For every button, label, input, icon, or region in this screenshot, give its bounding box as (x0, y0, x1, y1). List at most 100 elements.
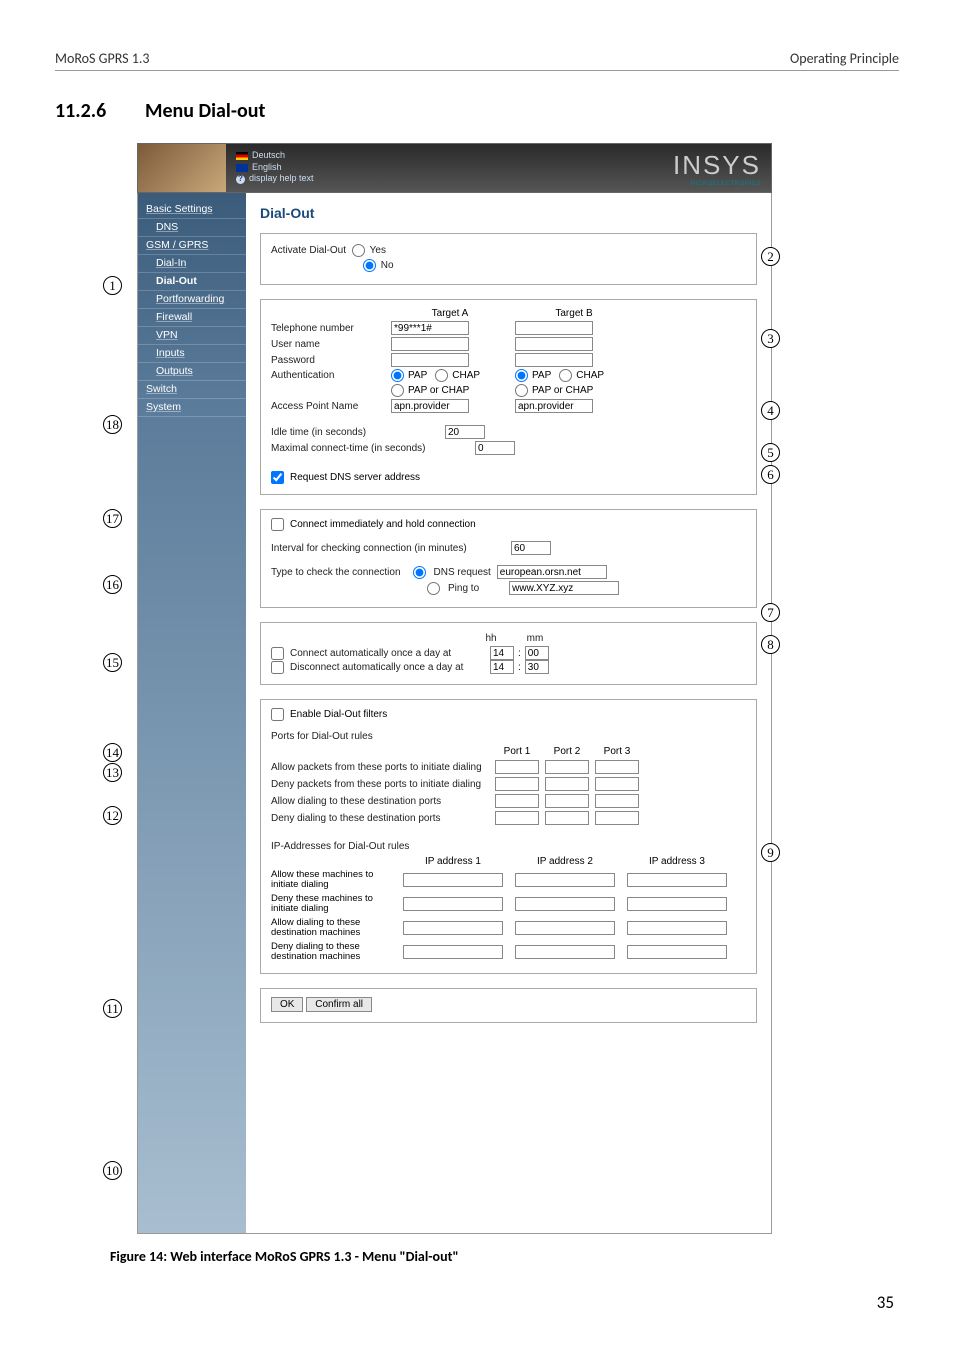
allow-from-p2[interactable] (545, 760, 589, 774)
callout-3: 3 (761, 329, 780, 348)
deny-mach-from-3[interactable] (627, 897, 727, 911)
type-label: Type to check the connection (271, 567, 401, 578)
allow-mach-from-2[interactable] (515, 873, 615, 887)
apn-b-input[interactable] (515, 399, 593, 413)
telephone-b-input[interactable] (515, 321, 593, 335)
ping-input[interactable] (509, 581, 619, 595)
auth-b-row2: PAP or CHAP (515, 384, 633, 397)
idle-input[interactable] (445, 425, 485, 439)
deny-mach-to-1[interactable] (403, 945, 503, 959)
sidebar-item-dns[interactable]: DNS (138, 219, 246, 237)
allow-mach-to-3[interactable] (627, 921, 727, 935)
conn-once-checkbox[interactable] (271, 647, 284, 660)
sidebar-item-outputs[interactable]: Outputs (138, 363, 246, 381)
allow-mach-from-3[interactable] (627, 873, 727, 887)
allow-mach-from-1[interactable] (403, 873, 503, 887)
apn-a-input[interactable] (391, 399, 469, 413)
sidebar-item-portforwarding[interactable]: Portforwarding (138, 291, 246, 309)
auth-b-chap[interactable] (559, 369, 572, 382)
allow-to-p2[interactable] (545, 794, 589, 808)
dns-input[interactable] (497, 565, 607, 579)
deny-from-p3[interactable] (595, 777, 639, 791)
password-a-input[interactable] (391, 353, 469, 367)
username-b-input[interactable] (515, 337, 593, 351)
ok-button[interactable]: OK (271, 997, 303, 1012)
reqdns-checkbox[interactable] (271, 471, 284, 484)
auth-a-row1: PAP CHAP (391, 369, 509, 382)
allow-from-p1[interactable] (495, 760, 539, 774)
deny-mach-from-2[interactable] (515, 897, 615, 911)
sidebar-item-dialout[interactable]: Dial-Out (138, 273, 246, 291)
disc-mm-input[interactable] (525, 660, 549, 674)
interval-input[interactable] (511, 541, 551, 555)
sidebar-item-switch[interactable]: Switch (138, 381, 246, 399)
auth-a-chap[interactable] (435, 369, 448, 382)
help-link[interactable]: ?display help text (236, 173, 663, 185)
conn-hh-input[interactable] (490, 646, 514, 660)
lang-en[interactable]: English (236, 162, 663, 174)
callout-16: 16 (103, 575, 122, 594)
page-number: 35 (877, 1292, 894, 1313)
password-b-input[interactable] (515, 353, 593, 367)
auth-b-paporchap[interactable] (515, 384, 528, 397)
type-ping-radio[interactable] (427, 582, 440, 595)
conn-mm-input[interactable] (525, 646, 549, 660)
allow-to-p3[interactable] (595, 794, 639, 808)
sidebar-item-dialin[interactable]: Dial-In (138, 255, 246, 273)
lang-links: Deutsch English ?display help text (226, 144, 673, 192)
help-icon: ? (236, 175, 245, 184)
disc-once-checkbox[interactable] (271, 661, 284, 674)
logo: INSYS MICROELECTRONICS (673, 150, 761, 187)
callout-17: 17 (103, 509, 122, 528)
allow-mach-to-2[interactable] (515, 921, 615, 935)
interval-label: Interval for checking connection (in min… (271, 543, 505, 554)
allow-from-p3[interactable] (595, 760, 639, 774)
auth-b-row1: PAP CHAP (515, 369, 633, 382)
deny-mach-to-2[interactable] (515, 945, 615, 959)
callout-2: 2 (761, 247, 780, 266)
enable-filters-checkbox[interactable] (271, 708, 284, 721)
maxconn-input[interactable] (475, 441, 515, 455)
allow-to-p1[interactable] (495, 794, 539, 808)
sidebar-item-basic[interactable]: Basic Settings (138, 201, 246, 219)
allow-mach-to-1[interactable] (403, 921, 503, 935)
sidebar-item-vpn[interactable]: VPN (138, 327, 246, 345)
deny-to-p2[interactable] (545, 811, 589, 825)
callout-1: 1 (103, 276, 122, 295)
flag-de-icon (236, 152, 248, 160)
sidebar: Basic Settings DNS GSM / GPRS Dial-In Di… (138, 193, 246, 1233)
disc-hh-input[interactable] (490, 660, 514, 674)
sidebar-item-gsm[interactable]: GSM / GPRS (138, 237, 246, 255)
header-right: Operating Principle (790, 50, 899, 67)
sidebar-item-inputs[interactable]: Inputs (138, 345, 246, 363)
username-a-input[interactable] (391, 337, 469, 351)
connhold-checkbox[interactable] (271, 518, 284, 531)
auth-a-paporchap[interactable] (391, 384, 404, 397)
telephone-label: Telephone number (271, 323, 385, 334)
callout-11: 11 (103, 999, 122, 1018)
section-heading: 11.2.6Menu Dial-out (55, 99, 899, 123)
ports-title: Ports for Dial-Out rules (271, 731, 746, 742)
activate-yes[interactable]: Yes (352, 244, 386, 257)
auth-label: Authentication (271, 370, 385, 381)
brand-photo (138, 144, 226, 192)
confirm-all-button[interactable]: Confirm all (306, 997, 372, 1012)
callout-13: 13 (103, 763, 122, 782)
lang-de[interactable]: Deutsch (236, 150, 663, 162)
auth-b-pap[interactable] (515, 369, 528, 382)
telephone-a-input[interactable] (391, 321, 469, 335)
auth-a-pap[interactable] (391, 369, 404, 382)
deny-mach-to-3[interactable] (627, 945, 727, 959)
callout-7: 7 (761, 603, 780, 622)
sidebar-item-system[interactable]: System (138, 399, 246, 417)
deny-mach-from-1[interactable] (403, 897, 503, 911)
activate-no[interactable]: No (363, 259, 394, 272)
type-dns-radio[interactable] (413, 566, 426, 579)
deny-to-p1[interactable] (495, 811, 539, 825)
sidebar-item-firewall[interactable]: Firewall (138, 309, 246, 327)
deny-from-p2[interactable] (545, 777, 589, 791)
header-left: MoRoS GPRS 1.3 (55, 50, 149, 67)
deny-to-p3[interactable] (595, 811, 639, 825)
deny-from-p1[interactable] (495, 777, 539, 791)
activate-group: Activate Dial-Out Yes No (260, 233, 757, 285)
